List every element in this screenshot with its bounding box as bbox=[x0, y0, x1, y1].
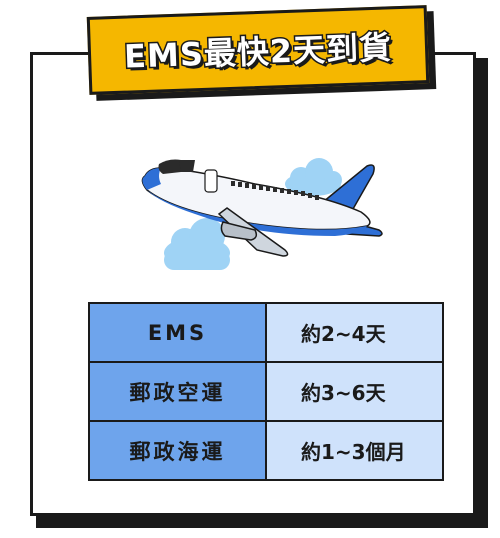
delivery-time: 約2~4天 bbox=[265, 302, 444, 363]
shipping-table: EMS 約2~4天 郵政空運 約3~6天 郵政海運 約1~3個月 bbox=[88, 302, 444, 481]
shipping-method: 郵政海運 bbox=[88, 420, 267, 481]
table-row: 郵政海運 約1~3個月 bbox=[88, 420, 444, 481]
title-banner: EMS最快2天到貨 bbox=[86, 5, 430, 95]
delivery-time: 約1~3個月 bbox=[265, 420, 444, 481]
banner-title: EMS最快2天到貨 bbox=[122, 27, 394, 77]
table-row: EMS 約2~4天 bbox=[88, 302, 444, 363]
delivery-time: 約3~6天 bbox=[265, 361, 444, 422]
table-row: 郵政空運 約3~6天 bbox=[88, 361, 444, 422]
cloud-icon bbox=[164, 218, 230, 270]
shipping-method: EMS bbox=[88, 302, 267, 363]
cloud-icon bbox=[285, 158, 342, 196]
airplane-icon bbox=[141, 158, 383, 270]
shipping-method: 郵政空運 bbox=[88, 361, 267, 422]
